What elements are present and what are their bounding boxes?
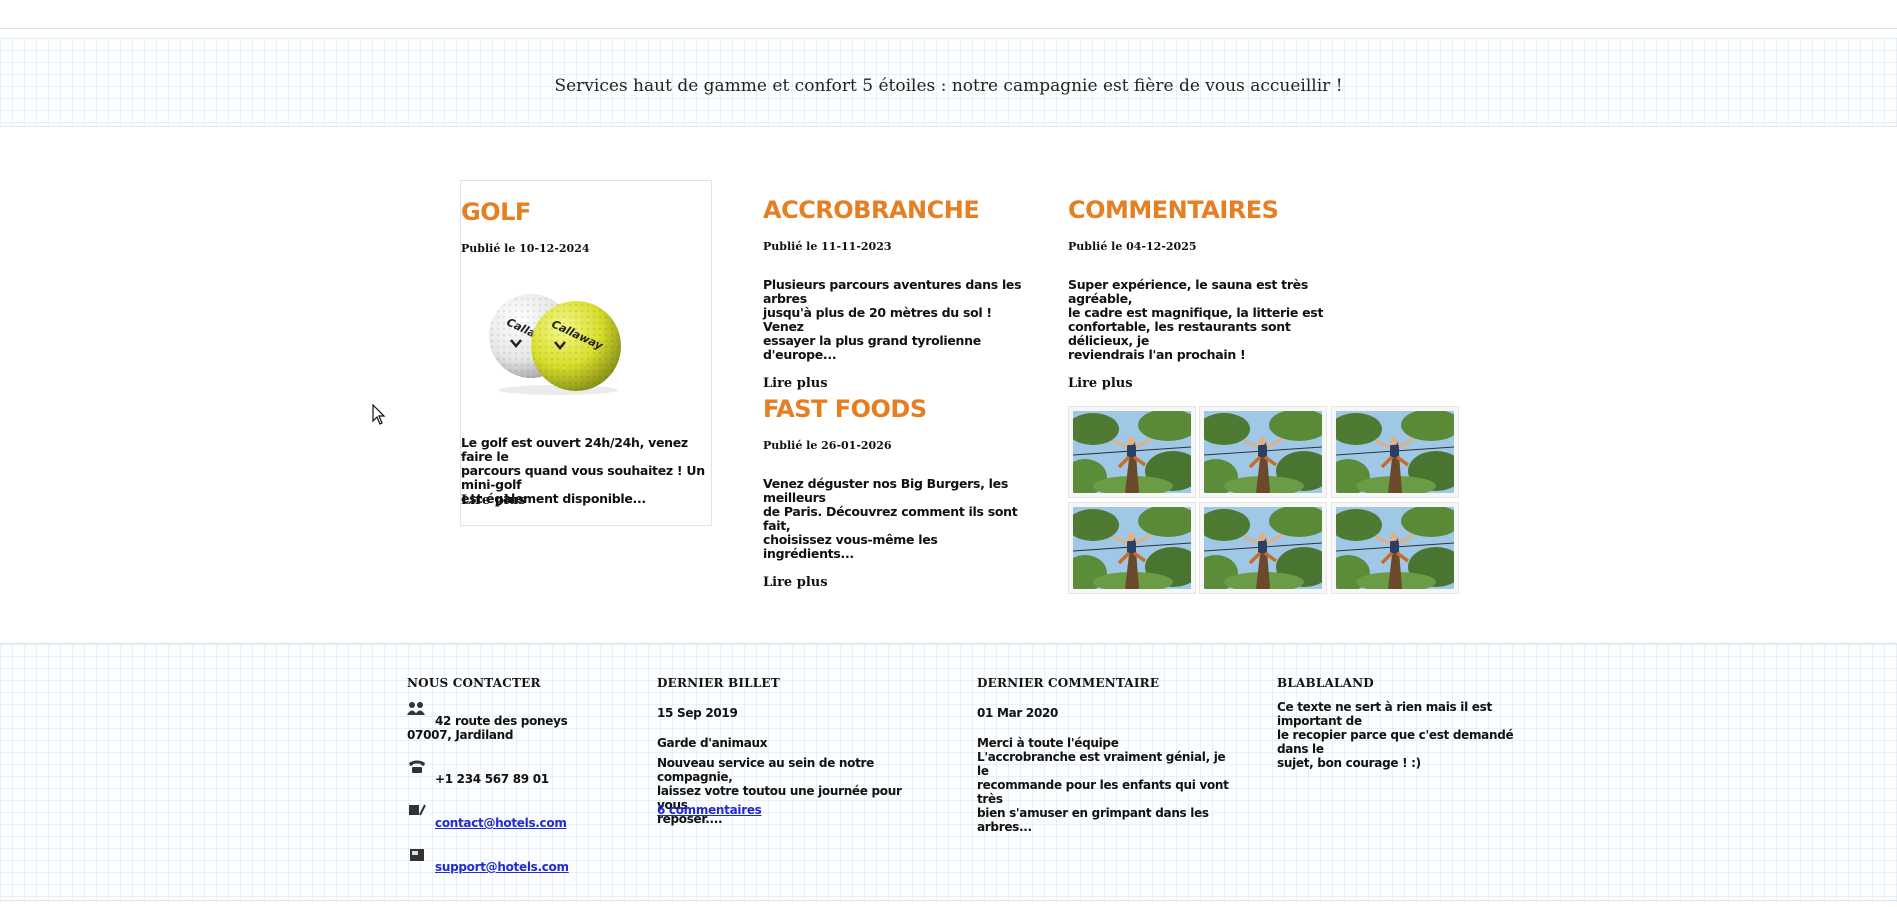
phone-number: +1 234 567 89 01	[435, 772, 549, 786]
excerpt-line: L'accrobranche est vraiment génial, je l…	[977, 750, 1226, 778]
excerpt-line: Le golf est ouvert 24h/24h, venez faire …	[461, 435, 688, 464]
post-date: Publié le 04-12-2025	[1068, 240, 1197, 253]
address-line-2: 07007, Jardiland	[407, 728, 514, 742]
last-comment-excerpt: L'accrobranche est vraiment génial, je l…	[977, 750, 1237, 834]
excerpt-line: le cadre est magnifique, la litterie est	[1068, 305, 1324, 320]
accrobranche-photo	[1204, 507, 1322, 589]
post-title[interactable]: GOLF	[461, 198, 711, 226]
post-title[interactable]: COMMENTAIRES	[1068, 196, 1338, 224]
golf-balls-icon: Callaway Callaway	[489, 294, 621, 395]
text-line: sujet, bon courage ! :)	[1277, 756, 1421, 770]
last-comment-date: 01 Mar 2020	[977, 706, 1059, 720]
text-line: le recopier parce que c'est demandé dans…	[1277, 728, 1514, 756]
accrobranche-photo	[1336, 411, 1454, 493]
post-date: Publié le 26-01-2026	[763, 439, 892, 452]
golf-balls-image[interactable]: Callaway Callaway	[483, 278, 633, 398]
blablaland-text: Ce texte ne sert à rien mais il est impo…	[1277, 700, 1547, 770]
read-more-link[interactable]: Lire plus	[763, 575, 1023, 590]
excerpt-line: Nouveau service au sein de notre compagn…	[657, 756, 874, 784]
excerpt-line: Plusieurs parcours aventures dans les ar…	[763, 277, 1022, 306]
excerpt-line: de Paris. Découvrez comment ils sont fai…	[763, 504, 1018, 533]
footer: NOUS CONTACTER 42 route des poneys 07007…	[0, 643, 1897, 902]
excerpt-line: reviendrais l'an prochain !	[1068, 347, 1246, 362]
post-title[interactable]: FAST FOODS	[763, 395, 1023, 423]
excerpt-line: parcours quand vous souhaitez ! Un mini-…	[461, 463, 705, 492]
tagline-text: Services haut de gamme et confort 5 étoi…	[554, 76, 1343, 96]
email-icon	[408, 802, 426, 818]
excerpt-line: choisissez vous-même les ingrédients...	[763, 532, 938, 561]
text-line: Ce texte ne sert à rien mais il est impo…	[1277, 700, 1492, 728]
footer-heading-blablaland: BLABLALAND	[1277, 676, 1374, 690]
read-more-link[interactable]: Lire plus	[1068, 376, 1338, 391]
excerpt-line: jusqu'à plus de 20 mètres du sol ! Venez	[763, 305, 992, 334]
excerpt-line: Super expérience, le sauna est très agré…	[1068, 277, 1309, 306]
gallery-thumb[interactable]	[1200, 407, 1326, 497]
footer-heading-contact: NOUS CONTACTER	[407, 676, 541, 690]
excerpt-line: bien s'amuser en grimpant dans les arbre…	[977, 806, 1209, 834]
gallery-thumb[interactable]	[1069, 503, 1195, 593]
top-divider	[0, 28, 1897, 29]
post-commentaires: COMMENTAIRES Publié le 04-12-2025 Super …	[1068, 196, 1338, 391]
read-more-link[interactable]: Lire plus	[763, 376, 1023, 391]
accrobranche-photo	[1073, 411, 1191, 493]
excerpt-line: essayer la plus grand tyrolienne d'europ…	[763, 333, 981, 362]
excerpt-line: recommande pour les enfants qui vont trè…	[977, 778, 1229, 806]
address-line-1: 42 route des poneys	[435, 714, 568, 728]
comments-count-link[interactable]: 6 commentaires	[657, 803, 762, 817]
gallery-thumb[interactable]	[1069, 407, 1195, 497]
read-more-link[interactable]: Lire plus	[461, 493, 526, 508]
users-icon	[407, 701, 425, 717]
post-excerpt: Super expérience, le sauna est très agré…	[1068, 278, 1338, 362]
post-golf: GOLF Publié le 10-12-2024 Callaway Calla…	[461, 198, 711, 508]
post-date: Publié le 11-11-2023	[763, 240, 892, 253]
post-title[interactable]: ACCROBRANCHE	[763, 196, 1023, 224]
post-accrobranche: ACCROBRANCHE Publié le 11-11-2023 Plusie…	[763, 196, 1023, 391]
last-comment-title: Merci à toute l'équipe	[977, 736, 1119, 750]
footer-heading-last-comment: DERNIER COMMENTAIRE	[977, 676, 1160, 690]
last-post-date: 15 Sep 2019	[657, 706, 738, 720]
mouse-cursor-icon	[372, 403, 386, 430]
excerpt-line: confortable, les restaurants sont délici…	[1068, 319, 1291, 348]
gallery-thumb[interactable]	[1332, 407, 1458, 497]
email-contact-link[interactable]: contact@hotels.com	[435, 816, 567, 830]
accrobranche-photo	[1204, 411, 1322, 493]
bottom-divider	[0, 900, 1897, 901]
fax-icon	[408, 847, 426, 863]
gallery-thumb[interactable]	[1332, 503, 1458, 593]
footer-heading-last-post: DERNIER BILLET	[657, 676, 780, 690]
post-date: Publié le 10-12-2024	[461, 242, 590, 255]
tagline-banner: Services haut de gamme et confort 5 étoi…	[0, 38, 1897, 127]
post-fast-foods: FAST FOODS Publié le 26-01-2026 Venez dé…	[763, 395, 1023, 590]
accrobranche-photo	[1336, 507, 1454, 589]
accrobranche-photo	[1073, 507, 1191, 589]
email-support-link[interactable]: support@hotels.com	[435, 860, 569, 874]
post-excerpt: Venez déguster nos Big Burgers, les meil…	[763, 477, 1023, 561]
post-excerpt: Plusieurs parcours aventures dans les ar…	[763, 278, 1023, 362]
gallery-thumb[interactable]	[1200, 503, 1326, 593]
phone-icon	[408, 759, 426, 775]
excerpt-line: Venez déguster nos Big Burgers, les meil…	[763, 476, 1008, 505]
last-post-title: Garde d'animaux	[657, 736, 768, 750]
